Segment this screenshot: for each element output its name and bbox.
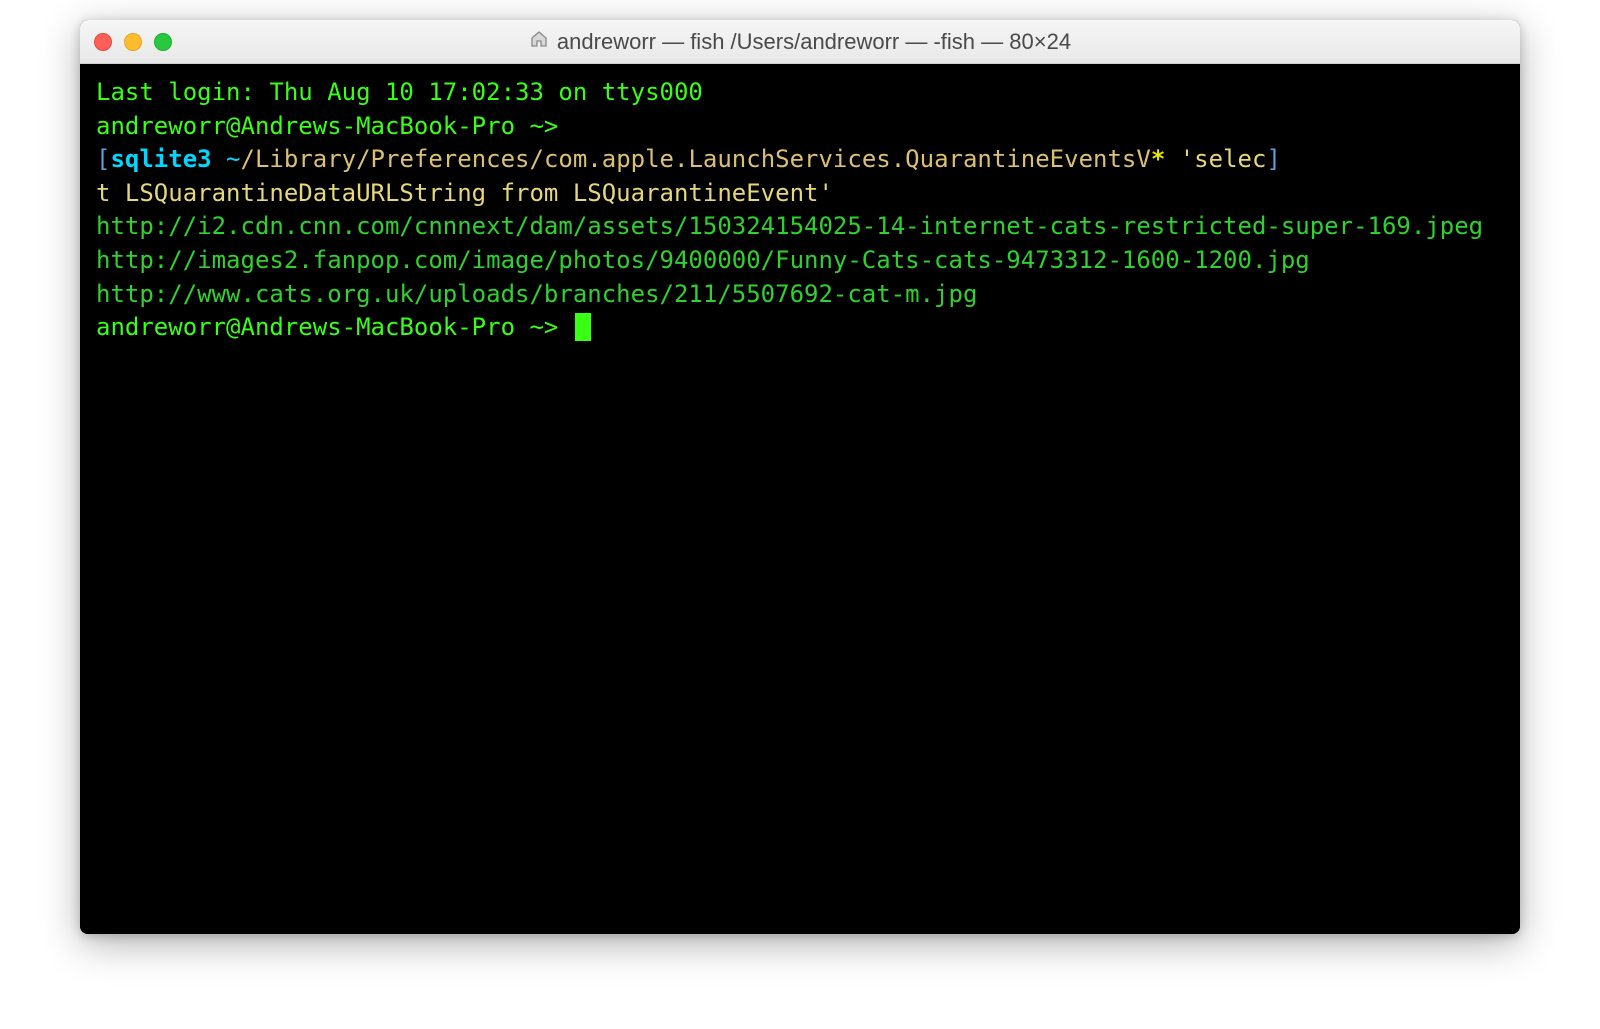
window-title-container: andreworr — fish /Users/andreworr — -fis… <box>80 29 1520 55</box>
close-button[interactable] <box>94 33 112 51</box>
prompt-line-2: andreworr@Andrews-MacBook-Pro ~> <box>96 311 1504 345</box>
maximize-button[interactable] <box>154 33 172 51</box>
terminal-content[interactable]: Last login: Thu Aug 10 17:02:33 on ttys0… <box>80 64 1520 934</box>
terminal-window: andreworr — fish /Users/andreworr — -fis… <box>80 20 1520 934</box>
command-line: [sqlite3 ~/Library/Preferences/com.apple… <box>96 143 1504 177</box>
command-asterisk: * <box>1151 145 1165 173</box>
output-line-1: http://i2.cdn.cnn.com/cnnnext/dam/assets… <box>96 210 1504 244</box>
prompt-2-text: andreworr@Andrews-MacBook-Pro ~> <box>96 313 573 341</box>
prompt-line-1: andreworr@Andrews-MacBook-Pro ~> <box>96 110 1504 144</box>
cursor <box>575 313 591 341</box>
traffic-lights <box>94 33 172 51</box>
command-sqlite: sqlite3 <box>110 145 211 173</box>
home-icon <box>529 29 549 55</box>
window-titlebar: andreworr — fish /Users/andreworr — -fis… <box>80 20 1520 64</box>
command-sql-2: t LSQuarantineDataURLString from LSQuara… <box>96 177 1504 211</box>
window-title: andreworr — fish /Users/andreworr — -fis… <box>557 29 1071 55</box>
command-path: /Library/Preferences/com.apple.LaunchSer… <box>241 145 1151 173</box>
minimize-button[interactable] <box>124 33 142 51</box>
bracket-close: ] <box>1266 145 1280 173</box>
bracket-open: [ <box>96 145 110 173</box>
command-tilde: ~ <box>212 145 241 173</box>
output-line-2: http://images2.fanpop.com/image/photos/9… <box>96 244 1504 278</box>
output-line-3: http://www.cats.org.uk/uploads/branches/… <box>96 278 1504 312</box>
last-login-line: Last login: Thu Aug 10 17:02:33 on ttys0… <box>96 76 1504 110</box>
command-sql-1: 'selec <box>1165 145 1266 173</box>
